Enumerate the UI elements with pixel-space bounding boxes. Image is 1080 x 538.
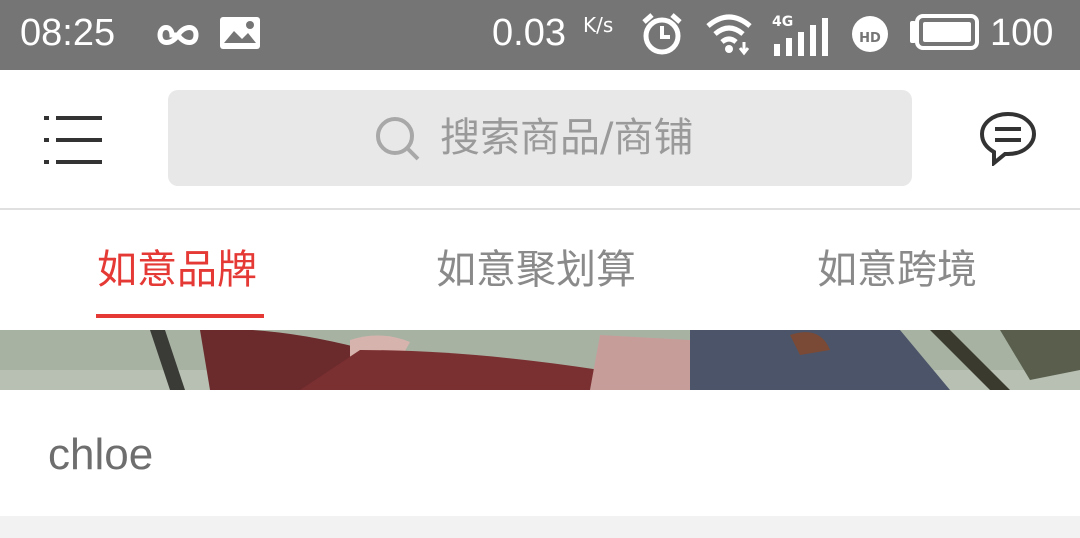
battery-level: 100: [990, 12, 1054, 54]
status-bar: 08:25 0.03 K/s 4G HD 100: [0, 0, 1080, 70]
store-row[interactable]: chloe: [0, 390, 1080, 516]
search-bar[interactable]: 搜索商品/商铺: [168, 90, 912, 186]
network-speed-unit: K/s: [583, 13, 614, 37]
svg-text:HD: HD: [859, 31, 881, 46]
menu-icon[interactable]: [44, 116, 102, 164]
battery-icon: [910, 14, 979, 50]
active-tab-indicator: [96, 314, 264, 318]
search-placeholder: 搜索商品/商铺: [440, 115, 694, 161]
banner-photo: [0, 330, 1080, 390]
search-icon: [376, 117, 420, 161]
tab-ruyi-juhuasuan[interactable]: 如意聚划算: [436, 240, 636, 300]
gallery-icon: [220, 17, 260, 49]
section-divider: [0, 516, 1080, 538]
tab-ruyi-cross-border[interactable]: 如意跨境: [817, 240, 977, 300]
app-header: 搜索商品/商铺: [0, 70, 1080, 210]
network-type-label: 4G: [772, 14, 793, 30]
wifi-icon: [706, 14, 752, 56]
network-speed: 0.03: [492, 12, 566, 54]
status-time: 08:25: [20, 12, 116, 54]
category-tabs: 如意品牌 如意聚划算 如意跨境: [0, 210, 1080, 330]
alarm-icon: [642, 13, 682, 55]
message-icon[interactable]: [978, 110, 1038, 166]
tab-ruyi-brand[interactable]: 如意品牌: [97, 240, 257, 300]
signal-icon: 4G: [772, 14, 828, 56]
brand-banner-image[interactable]: [0, 330, 1080, 390]
store-name: chloe: [48, 430, 154, 479]
hd-voice-icon: HD: [852, 16, 888, 52]
infinity-icon: [157, 25, 199, 45]
